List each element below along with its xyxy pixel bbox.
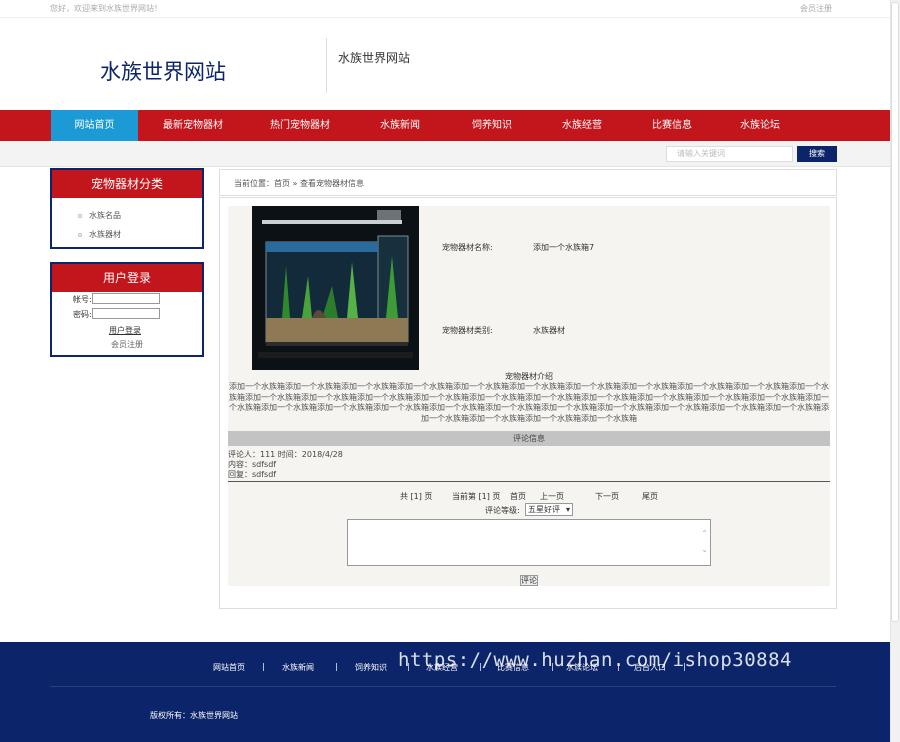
search-bar: 请输入关键词 搜索 <box>0 141 890 167</box>
footer-divider <box>50 686 836 687</box>
product-name-value: 添加一个水族箱7 <box>533 243 595 252</box>
submit-comment-button[interactable]: 评论 <box>520 575 538 586</box>
header-divider <box>326 38 327 93</box>
watermark-text: https://www.huzhan.com/ishop30884 <box>398 649 792 671</box>
search-button[interactable]: 搜索 <box>797 146 837 162</box>
top-bar: 您好，欢迎来到水族世界网站！ 会员注册 <box>0 0 890 18</box>
login-box: 用户登录 帐号: 密码: 用户登录 会员注册 <box>50 262 204 357</box>
pager-current: 当前第 [1] 页 <box>452 492 501 501</box>
account-input[interactable] <box>92 293 160 304</box>
footer-link-news[interactable]: 水族新闻 <box>282 662 314 673</box>
product-category-label: 宠物器材类别: <box>442 326 493 335</box>
comment-section-header: 评论信息 <box>228 431 830 446</box>
breadcrumb-box: 当前位置：首页 » 查看宠物器材信息 <box>219 169 837 196</box>
vertical-scrollbar[interactable] <box>890 0 900 742</box>
nav-item-hot-equipment[interactable]: 热门宠物器材 <box>256 110 344 141</box>
product-image <box>252 206 419 370</box>
main-nav: 网站首页 最新宠物器材 热门宠物器材 水族新闻 饲养知识 水族经营 比赛信息 水… <box>0 110 890 141</box>
rating-label: 评论等级: <box>485 506 520 515</box>
nav-item-aquarium-business[interactable]: 水族经营 <box>548 110 616 141</box>
category-box-title: 宠物器材分类 <box>52 170 202 198</box>
nav-item-latest-equipment[interactable]: 最新宠物器材 <box>150 110 236 141</box>
scroll-up-icon[interactable]: ⌃ <box>701 529 708 538</box>
password-label: 密码: <box>73 310 92 319</box>
product-intro-body: 添加一个水族箱添加一个水族箱添加一个水族箱添加一个水族箱添加一个水族箱添加一个水… <box>229 382 829 423</box>
nav-item-feeding-knowledge[interactable]: 饲养知识 <box>458 110 526 141</box>
register-link[interactable]: 会员注册 <box>800 3 832 14</box>
scroll-down-icon[interactable]: ⌄ <box>701 545 708 554</box>
divider <box>228 481 830 482</box>
nav-item-competition-info[interactable]: 比赛信息 <box>638 110 706 141</box>
pager-prev-link[interactable]: 上一页 <box>540 491 564 502</box>
product-name-label: 宠物器材名称: <box>442 243 493 252</box>
footer-separator: | <box>335 662 338 671</box>
welcome-text: 您好，欢迎来到水族世界网站！ <box>50 4 162 13</box>
site-logo-title[interactable]: 水族世界网站 <box>100 56 226 86</box>
footer-separator: | <box>262 662 265 671</box>
footer-link-knowledge[interactable]: 饲养知识 <box>355 662 387 673</box>
pager-next-link[interactable]: 下一页 <box>595 491 619 502</box>
bullet-icon <box>78 232 82 237</box>
rating-select-value: 五星好评 <box>528 505 560 514</box>
product-intro-title: 宠物器材介绍 <box>505 372 553 381</box>
product-detail-panel: 宠物器材名称: 添加一个水族箱7 宠物器材类别: 水族器材 宠物器材介绍 添加一… <box>219 197 837 609</box>
category-box: 宠物器材分类 水族名品 水族器材 <box>50 168 204 249</box>
comment-reply: 回复：sdfsdf <box>228 470 277 479</box>
login-box-title: 用户登录 <box>52 264 202 292</box>
category-item-label: 水族名品 <box>89 211 121 220</box>
nav-item-aquarium-forum[interactable]: 水族论坛 <box>726 110 794 141</box>
pager-last-link[interactable]: 尾页 <box>642 491 658 502</box>
chevron-down-icon: ▾ <box>565 505 570 514</box>
search-input[interactable]: 请输入关键词 <box>666 146 793 162</box>
site-header: 水族世界网站 水族世界网站 <box>0 18 890 110</box>
breadcrumb: 当前位置：首页 » 查看宠物器材信息 <box>234 179 364 188</box>
register-link[interactable]: 会员注册 <box>111 339 143 350</box>
product-category-value: 水族器材 <box>533 326 565 335</box>
category-item[interactable]: 水族名品 <box>78 210 121 221</box>
pager-first-link[interactable]: 首页 <box>510 491 526 502</box>
login-button[interactable]: 用户登录 <box>109 325 141 336</box>
site-subtitle: 水族世界网站 <box>338 51 411 65</box>
account-label: 帐号: <box>73 295 92 304</box>
scrollbar-thumb[interactable] <box>891 2 899 622</box>
password-input[interactable] <box>92 308 160 319</box>
footer-link-home[interactable]: 网站首页 <box>213 662 245 673</box>
product-detail-body: 宠物器材名称: 添加一个水族箱7 宠物器材类别: 水族器材 宠物器材介绍 添加一… <box>228 206 830 586</box>
category-item[interactable]: 水族器材 <box>78 229 121 240</box>
copyright-text: 版权所有：水族世界网站 <box>150 711 238 720</box>
bullet-icon <box>78 213 82 218</box>
nav-item-aquarium-news[interactable]: 水族新闻 <box>366 110 434 141</box>
nav-item-home[interactable]: 网站首页 <box>51 110 138 141</box>
comment-textarea[interactable]: ⌃ ⌄ <box>347 519 711 566</box>
rating-select[interactable]: 五星好评 ▾ <box>525 503 573 516</box>
pager-total: 共 [1] 页 <box>400 492 433 501</box>
category-item-label: 水族器材 <box>89 230 121 239</box>
